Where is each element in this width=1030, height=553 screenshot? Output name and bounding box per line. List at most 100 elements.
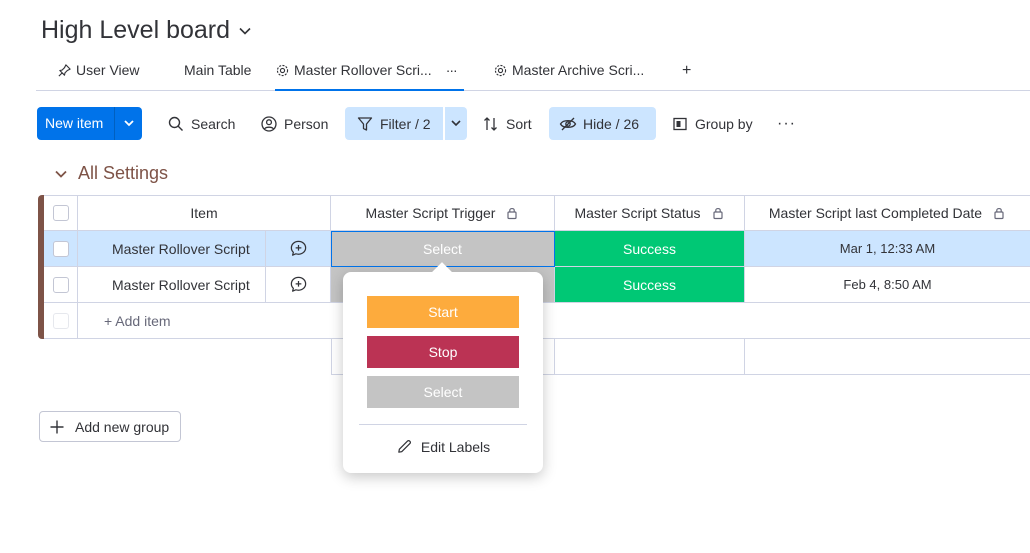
group-by-label: Group by — [695, 115, 753, 132]
board-title[interactable]: High Level board — [41, 16, 252, 45]
column-header-date[interactable]: Master Script last Completed Date — [745, 195, 1030, 231]
edit-labels-label: Edit Labels — [420, 438, 491, 455]
group-by-icon — [673, 117, 687, 130]
column-title: Item — [190, 205, 218, 221]
row-select-cell — [44, 267, 78, 303]
status-label-popover: Start Stop Select Edit Labels — [343, 272, 543, 473]
person-filter-button[interactable]: Person — [258, 107, 330, 140]
gear-icon — [494, 64, 507, 77]
group-title[interactable]: All Settings — [78, 163, 168, 184]
tab-user-view[interactable]: User View — [57, 62, 140, 91]
column-title: Master Script last Completed Date — [768, 205, 983, 221]
button-divider — [443, 107, 445, 140]
column-header-item[interactable]: Item — [78, 195, 331, 231]
column-title: Master Script Trigger — [365, 205, 496, 221]
select-all-cell — [44, 195, 78, 231]
item-name-cell[interactable]: Master Rollover Script — [78, 267, 266, 303]
date-cell[interactable]: Feb 4, 8:50 AM — [745, 267, 1030, 303]
gear-icon — [276, 64, 289, 77]
add-view-button[interactable]: + — [682, 62, 691, 80]
hide-label: Hide / 26 — [583, 115, 640, 132]
eye-off-icon — [559, 117, 577, 130]
button-divider — [114, 107, 115, 140]
lock-icon — [507, 207, 518, 220]
filter-label: Filter / 2 — [380, 115, 431, 132]
board-toolbar: New item Search Person Filter / 2 Sort H… — [37, 107, 817, 140]
edit-labels-button[interactable]: Edit Labels — [343, 438, 543, 455]
date-value: Mar 1, 12:33 AM — [839, 241, 936, 256]
row-checkbox[interactable] — [52, 276, 69, 293]
column-title: Master Script Status — [574, 205, 701, 221]
column-header-status[interactable]: Master Script Status — [555, 195, 745, 231]
row-checkbox[interactable] — [52, 240, 69, 257]
status-option-label: Select — [423, 384, 463, 400]
script-status-cell[interactable]: Success — [555, 231, 745, 267]
column-header-trigger[interactable]: Master Script Trigger — [331, 195, 555, 231]
person-label: Person — [284, 115, 329, 132]
chevron-down-icon[interactable] — [448, 115, 464, 131]
add-update-icon[interactable] — [289, 239, 308, 258]
group-by-button[interactable]: Group by — [669, 107, 755, 140]
hide-columns-button[interactable]: Hide / 26 — [549, 107, 656, 140]
add-item-label[interactable]: + Add item — [104, 313, 171, 329]
select-all-checkbox[interactable] — [52, 205, 69, 221]
item-name-cell[interactable]: Master Rollover Script — [78, 231, 266, 267]
search-icon — [168, 116, 183, 131]
tab-label: User View — [76, 62, 140, 78]
sort-icon — [484, 116, 497, 131]
tab-label: Main Table — [184, 62, 252, 78]
updates-cell[interactable] — [266, 231, 331, 267]
sort-button[interactable]: Sort — [480, 107, 534, 140]
script-status-cell[interactable]: Success — [555, 267, 745, 303]
status-label: Success — [623, 240, 676, 257]
chevron-down-icon[interactable] — [54, 167, 68, 181]
group-header[interactable]: All Settings — [54, 163, 168, 184]
filter-button[interactable]: Filter / 2 — [345, 107, 467, 140]
updates-cell[interactable] — [266, 267, 331, 303]
new-item-button[interactable]: New item — [37, 107, 142, 140]
tab-master-rollover-script[interactable]: Master Rollover Scri... ··· — [275, 62, 464, 91]
add-item-checkbox — [52, 312, 69, 329]
filter-icon — [357, 116, 373, 131]
more-options-button[interactable]: ··· — [777, 107, 796, 140]
summary-cell-date — [745, 339, 1030, 375]
tab-main-table[interactable]: Main Table — [184, 62, 251, 91]
tab-more-icon[interactable]: ··· — [446, 62, 458, 78]
trigger-status-cell[interactable]: Select — [331, 231, 555, 267]
add-update-icon[interactable] — [289, 275, 308, 294]
search-button[interactable]: Search — [165, 107, 237, 140]
pencil-icon — [398, 439, 411, 453]
tab-label: Master Archive Scri... — [512, 62, 645, 78]
summary-cell-status — [555, 339, 745, 375]
date-cell[interactable]: Mar 1, 12:33 AM — [745, 231, 1030, 267]
status-option-label: Stop — [428, 344, 458, 360]
status-label: Select — [423, 240, 462, 257]
person-icon — [261, 115, 277, 132]
lock-icon — [712, 207, 723, 220]
status-label: Success — [623, 276, 676, 293]
popover-divider — [359, 424, 527, 425]
status-option-label: Start — [428, 304, 458, 320]
tab-master-archive-script[interactable]: Master Archive Scri... — [493, 62, 644, 91]
chevron-down-icon[interactable] — [238, 24, 252, 38]
sort-label: Sort — [506, 115, 532, 132]
status-option-start[interactable]: Start — [367, 296, 519, 328]
new-item-label: New item — [45, 115, 104, 131]
chevron-down-icon[interactable] — [121, 115, 137, 131]
lock-icon — [994, 207, 1004, 220]
status-option-select[interactable]: Select — [367, 376, 519, 408]
item-name[interactable]: Master Rollover Script — [112, 277, 250, 293]
status-option-stop[interactable]: Stop — [367, 336, 519, 368]
item-name[interactable]: Master Rollover Script — [112, 241, 250, 257]
add-item-cell[interactable]: + Add item — [78, 303, 331, 339]
add-new-group-button[interactable]: Add new group — [39, 411, 181, 442]
pin-icon — [58, 64, 71, 77]
add-item-select-cell — [44, 303, 78, 339]
row-select-cell — [44, 231, 78, 267]
tab-label: Master Rollover Scri... — [294, 62, 432, 78]
add-new-group-label: Add new group — [75, 418, 170, 435]
plus-icon — [50, 420, 64, 433]
board-title-text: High Level board — [41, 16, 231, 44]
date-value: Feb 4, 8:50 AM — [843, 277, 932, 292]
view-tabs: User View Main Table Master Rollover Scr… — [36, 58, 1030, 91]
